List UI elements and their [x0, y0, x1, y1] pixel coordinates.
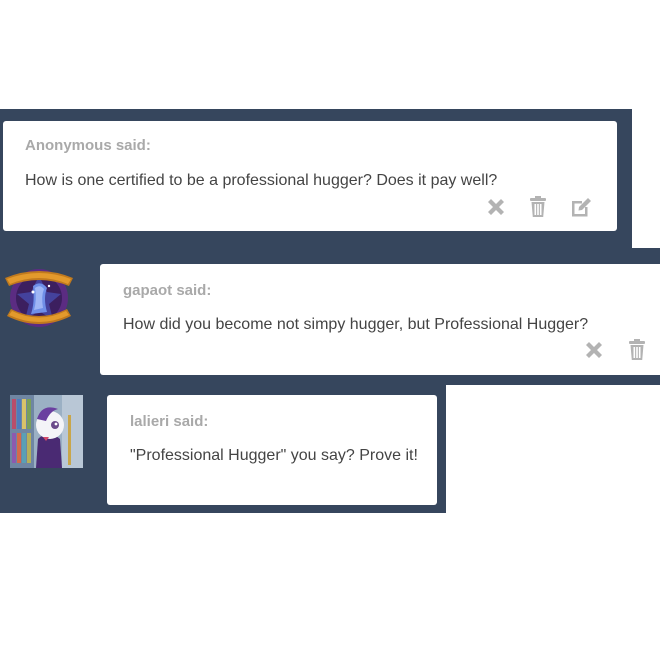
- delete-icon[interactable]: [484, 195, 508, 219]
- admirer-of-trixie-badge-icon: [5, 269, 73, 327]
- ask-card-gapaot: gapaot said: How did you become not simp…: [100, 264, 660, 375]
- avatar-gapaot[interactable]: [3, 262, 75, 334]
- ask-card-lalieri: lalieri said: "Professional Hugger" you …: [107, 395, 437, 505]
- edit-icon[interactable]: [569, 195, 593, 219]
- trash-icon[interactable]: [526, 195, 550, 219]
- pony-portrait-icon: [10, 395, 83, 468]
- asker-name: gapaot said:: [123, 282, 212, 299]
- question-text: How is one certified to be a professiona…: [25, 172, 498, 189]
- avatar-lalieri[interactable]: [10, 395, 83, 468]
- asker-name: Anonymous said:: [25, 137, 151, 154]
- question-text: How did you become not simpy hugger, but…: [123, 316, 589, 333]
- trash-icon[interactable]: [625, 338, 649, 362]
- ask-card-anonymous: Anonymous said: How is one certified to …: [3, 121, 617, 231]
- question-text: "Professional Hugger" you say? Prove it!: [130, 447, 418, 464]
- asker-name: lalieri said:: [130, 413, 209, 430]
- delete-icon[interactable]: [582, 338, 606, 362]
